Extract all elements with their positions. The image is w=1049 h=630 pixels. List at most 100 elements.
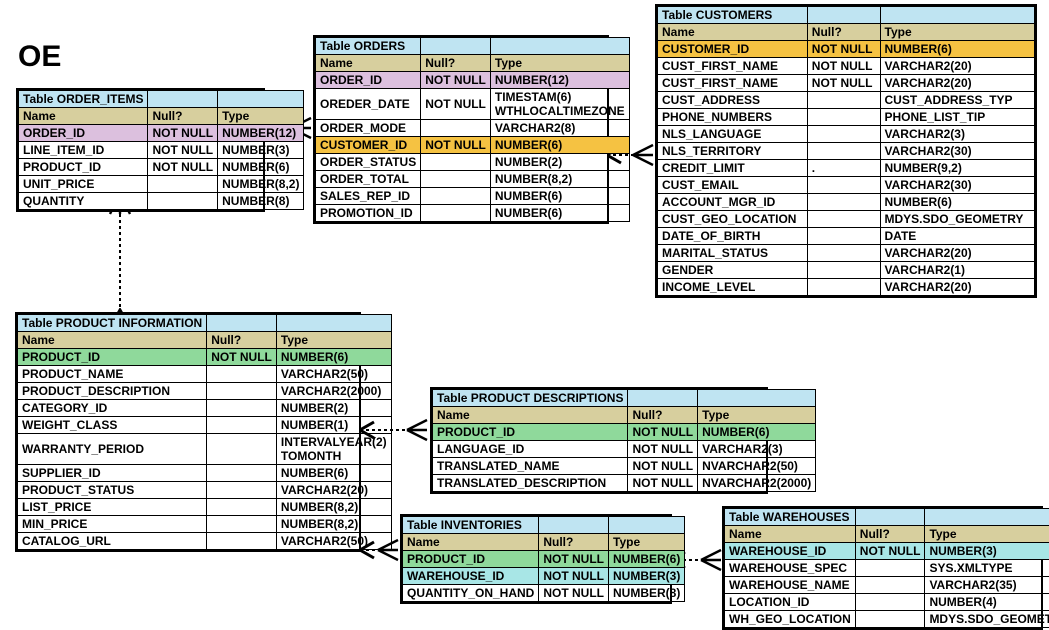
table-cell: PHONE_LIST_TIP — [880, 109, 1034, 126]
table-caption: Table INVENTORIES — [403, 517, 539, 534]
table-cell — [855, 560, 925, 577]
table-cell — [807, 279, 880, 296]
table-cell — [207, 465, 277, 482]
table-cell: VARCHAR2(50) — [276, 366, 391, 383]
table-cell: VARCHAR2(8) — [490, 120, 629, 137]
table-cell — [421, 120, 491, 137]
table-cell: CUSTOMER_ID — [658, 41, 808, 58]
table-cell — [807, 126, 880, 143]
table-cell — [421, 171, 491, 188]
table-cell: NUMBER(6) — [490, 137, 629, 154]
table-cell: WEIGHT_CLASS — [18, 417, 207, 434]
table-cell: PRODUCT_STATUS — [18, 482, 207, 499]
table-cell: ORDER_TOTAL — [316, 171, 421, 188]
table-cell — [807, 262, 880, 279]
table-cell — [855, 577, 925, 594]
column-header: Type — [925, 526, 1049, 543]
table-cell: NVARCHAR2(2000) — [698, 475, 816, 492]
table-cell: MDYS.SDO_GEOMETRY — [925, 611, 1049, 628]
table-cell: NUMBER(2) — [276, 400, 391, 417]
column-header: Name — [19, 108, 148, 125]
table-cell: OREDER_DATE — [316, 89, 421, 120]
table-cell: PRODUCT_ID — [18, 349, 207, 366]
table-cell: NUMBER(6) — [698, 424, 816, 441]
table-cell: NUMBER(6) — [218, 159, 304, 176]
table-cell: NOT NULL — [855, 543, 925, 560]
table-cell: INTERVALYEAR(2)TOMONTH — [276, 434, 391, 465]
table-cell — [421, 205, 491, 222]
table-cell: NOT NULL — [148, 142, 218, 159]
table-cell — [807, 228, 880, 245]
table-cell: VARCHAR2(20) — [880, 75, 1034, 92]
table-cell: NUMBER(3) — [925, 543, 1049, 560]
table-cell: PHONE_NUMBERS — [658, 109, 808, 126]
column-header: Type — [218, 108, 304, 125]
table-cell: ORDER_STATUS — [316, 154, 421, 171]
table-cell — [807, 92, 880, 109]
table-cell: CREDIT_LIMIT — [658, 160, 808, 177]
table-cell: WH_GEO_LOCATION — [725, 611, 856, 628]
table-warehouses: Table WAREHOUSESNameNull?TypeWAREHOUSE_I… — [722, 506, 1043, 630]
table-cell: CUST_ADDRESS_TYP — [880, 92, 1034, 109]
table-cell: NUMBER(6) — [880, 194, 1034, 211]
table-cell: NUMBER(2) — [490, 154, 629, 171]
table-cell: NOT NULL — [539, 585, 609, 602]
table-cell: NUMBER(8) — [609, 585, 685, 602]
table-cell: WAREHOUSE_SPEC — [725, 560, 856, 577]
table-cell: QUANTITY — [19, 193, 148, 210]
table-cell — [807, 177, 880, 194]
column-header: Type — [698, 407, 816, 424]
table-cell: CUST_EMAIL — [658, 177, 808, 194]
table-caption: Table ORDER_ITEMS — [19, 91, 148, 108]
table-cell: NUMBER(6) — [609, 551, 685, 568]
table-cell: NUMBER(6) — [490, 188, 629, 205]
table-cell: NUMBER(6) — [276, 465, 391, 482]
column-header: Name — [658, 24, 808, 41]
table-cell: CUST_FIRST_NAME — [658, 58, 808, 75]
column-header: Name — [316, 55, 421, 72]
diagram-title: OE — [18, 40, 61, 74]
table-cell: NUMBER(9,2) — [880, 160, 1034, 177]
table-cell — [148, 193, 218, 210]
column-header: Null? — [807, 24, 880, 41]
table-cell: SALES_REP_ID — [316, 188, 421, 205]
table-cell: NOT NULL — [628, 475, 698, 492]
table-cell: CUST_FIRST_NAME — [658, 75, 808, 92]
table-cell — [807, 211, 880, 228]
table-cell: NUMBER(6) — [880, 41, 1034, 58]
table-cell — [207, 434, 277, 465]
table-cell: VARCHAR2(30) — [880, 143, 1034, 160]
table-cell: WAREHOUSE_NAME — [725, 577, 856, 594]
table-cell: PRODUCT_ID — [403, 551, 539, 568]
table-cell: NOT NULL — [807, 41, 880, 58]
table-cell: NOT NULL — [628, 424, 698, 441]
table-cell: LINE_ITEM_ID — [19, 142, 148, 159]
table-cell — [421, 188, 491, 205]
table-cell: CUST_ADDRESS — [658, 92, 808, 109]
table-cell: WAREHOUSE_ID — [725, 543, 856, 560]
column-header: Type — [490, 55, 629, 72]
table-cell: DATE_OF_BIRTH — [658, 228, 808, 245]
table-cell: TIMESTAM(6)WTHLOCALTIMEZONE — [490, 89, 629, 120]
table-cell: NOT NULL — [421, 137, 491, 154]
table-cell: VARCHAR2(20) — [880, 245, 1034, 262]
table-product-descriptions: Table PRODUCT DESCRIPTIONSNameNull?TypeP… — [430, 387, 768, 494]
column-header: Type — [276, 332, 391, 349]
table-cell: PROMOTION_ID — [316, 205, 421, 222]
table-cell — [207, 482, 277, 499]
table-cell — [855, 611, 925, 628]
table-cell: NOT NULL — [421, 89, 491, 120]
table-order-items: Table ORDER_ITEMSNameNull?TypeORDER_IDNO… — [16, 88, 265, 212]
table-cell — [207, 366, 277, 383]
column-header: Null? — [539, 534, 609, 551]
table-cell: VARCHAR2(50) — [276, 533, 391, 550]
column-header: Name — [725, 526, 856, 543]
table-cell: NUMBER(8,2) — [218, 176, 304, 193]
table-cell: NUMBER(3) — [218, 142, 304, 159]
table-cell: MDYS.SDO_GEOMETRY — [880, 211, 1034, 228]
table-cell: NUMBER(3) — [609, 568, 685, 585]
table-cell: NOT NULL — [148, 159, 218, 176]
table-cell: NUMBER(8) — [218, 193, 304, 210]
table-cell: MIN_PRICE — [18, 516, 207, 533]
table-cell — [807, 245, 880, 262]
